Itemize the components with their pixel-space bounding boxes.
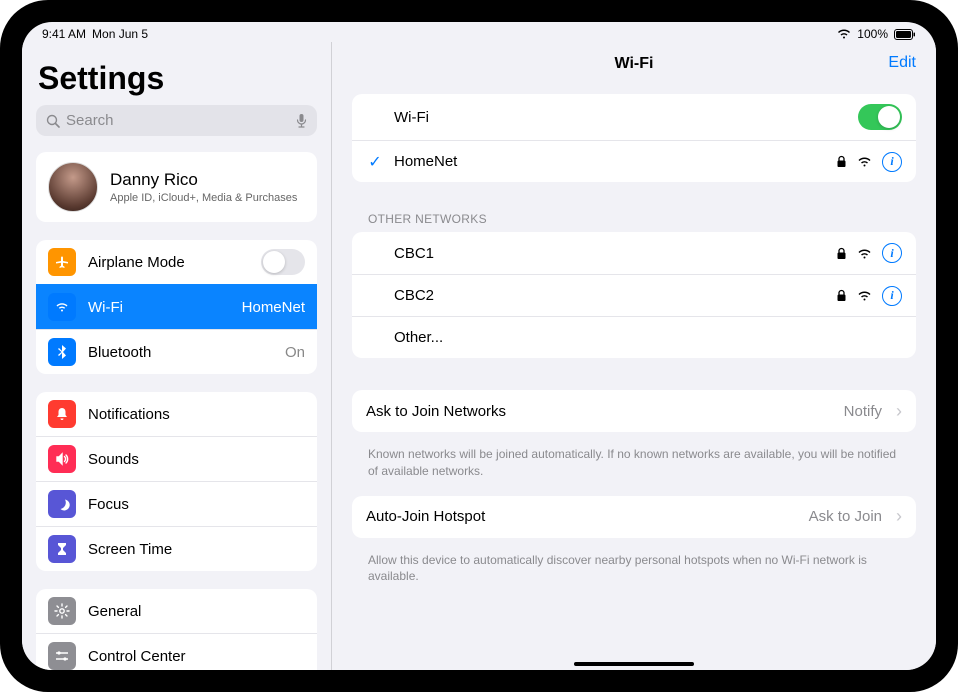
sidebar[interactable]: Settings Search Danny Rico	[22, 42, 332, 670]
wifi-toggle[interactable]	[858, 104, 902, 130]
profile-name: Danny Rico	[110, 170, 297, 190]
gear-icon	[48, 597, 76, 625]
avatar	[48, 162, 98, 212]
sidebar-item-wifi[interactable]: Wi-Fi HomeNet	[36, 284, 317, 329]
checkmark-icon: ✓	[366, 152, 384, 172]
airplane-icon	[48, 248, 76, 276]
search-input[interactable]: Search	[36, 105, 317, 136]
sidebar-item-notifications[interactable]: Notifications	[36, 392, 317, 436]
status-date: Mon Jun 5	[92, 27, 148, 41]
detail-pane: Wi-Fi Edit Wi-Fi ✓ HomeNet	[332, 42, 936, 670]
speaker-icon	[48, 445, 76, 473]
sidebar-item-sounds[interactable]: Sounds	[36, 436, 317, 481]
sidebar-item-focus[interactable]: Focus	[36, 481, 317, 526]
sidebar-item-value: HomeNet	[242, 299, 305, 316]
ask-to-join-row[interactable]: Ask to Join Networks Notify ›	[352, 390, 916, 432]
search-placeholder: Search	[66, 112, 296, 129]
status-time: 9:41 AM	[42, 27, 86, 41]
auto-join-label: Auto-Join Hotspot	[366, 508, 799, 525]
profile-subtitle: Apple ID, iCloud+, Media & Purchases	[110, 192, 297, 204]
lock-icon	[836, 289, 847, 302]
other-label: Other...	[394, 329, 902, 346]
sidebar-item-label: Focus	[88, 496, 305, 513]
sidebar-item-label: Notifications	[88, 406, 305, 423]
moon-icon	[48, 490, 76, 518]
wifi-toggle-row[interactable]: Wi-Fi	[352, 94, 916, 140]
sidebar-item-label: Sounds	[88, 451, 305, 468]
auto-join-footer: Allow this device to automatically disco…	[352, 546, 916, 602]
lock-icon	[836, 247, 847, 260]
status-bar: 9:41 AM Mon Jun 5 100%	[22, 22, 936, 42]
sidebar-item-bluetooth[interactable]: Bluetooth On	[36, 329, 317, 374]
battery-icon	[894, 29, 916, 40]
ask-to-join-footer: Known networks will be joined automatica…	[352, 440, 916, 496]
ask-to-join-value: Notify	[844, 403, 882, 420]
network-row[interactable]: CBC1 i	[352, 232, 916, 274]
ask-to-join-label: Ask to Join Networks	[366, 403, 834, 420]
sidebar-item-label: General	[88, 603, 305, 620]
network-row[interactable]: CBC2 i	[352, 274, 916, 316]
wifi-icon	[48, 293, 76, 321]
network-name: CBC2	[394, 287, 826, 304]
other-network-row[interactable]: Other...	[352, 316, 916, 358]
lock-icon	[836, 155, 847, 168]
wifi-status-icon	[837, 29, 851, 39]
chevron-right-icon: ›	[896, 506, 902, 527]
sidebar-item-label: Airplane Mode	[88, 254, 249, 271]
mic-icon[interactable]	[296, 113, 307, 129]
airplane-mode-toggle[interactable]	[261, 249, 305, 275]
sidebar-item-label: Control Center	[88, 648, 305, 665]
network-name: CBC1	[394, 245, 826, 262]
edit-button[interactable]: Edit	[888, 54, 916, 72]
other-networks-header: Other Networks	[352, 190, 916, 232]
search-icon	[46, 114, 60, 128]
apple-id-card[interactable]: Danny Rico Apple ID, iCloud+, Media & Pu…	[36, 152, 317, 222]
sidebar-item-label: Bluetooth	[88, 344, 273, 361]
sidebar-item-airplane-mode[interactable]: Airplane Mode	[36, 240, 317, 284]
sliders-icon	[48, 642, 76, 670]
wifi-toggle-label: Wi-Fi	[394, 109, 848, 126]
connected-network-row[interactable]: ✓ HomeNet i	[352, 140, 916, 182]
info-button[interactable]: i	[882, 243, 902, 263]
battery-percent: 100%	[857, 27, 888, 41]
info-button[interactable]: i	[882, 152, 902, 172]
connected-network-name: HomeNet	[394, 153, 826, 170]
bell-icon	[48, 400, 76, 428]
signal-icon	[857, 248, 872, 259]
page-title: Settings	[38, 60, 315, 97]
sidebar-item-value: On	[285, 344, 305, 361]
signal-icon	[857, 156, 872, 167]
signal-icon	[857, 290, 872, 301]
auto-join-value: Ask to Join	[809, 508, 882, 525]
sidebar-item-screen-time[interactable]: Screen Time	[36, 526, 317, 571]
info-button[interactable]: i	[882, 286, 902, 306]
sidebar-item-control-center[interactable]: Control Center	[36, 633, 317, 670]
sidebar-item-label: Screen Time	[88, 541, 305, 558]
sidebar-item-general[interactable]: General	[36, 589, 317, 633]
home-indicator[interactable]	[574, 662, 694, 666]
hourglass-icon	[48, 535, 76, 563]
bluetooth-icon	[48, 338, 76, 366]
chevron-right-icon: ›	[896, 401, 902, 422]
auto-join-hotspot-row[interactable]: Auto-Join Hotspot Ask to Join ›	[352, 496, 916, 538]
sidebar-item-label: Wi-Fi	[88, 299, 230, 316]
detail-title: Wi-Fi	[615, 55, 654, 73]
